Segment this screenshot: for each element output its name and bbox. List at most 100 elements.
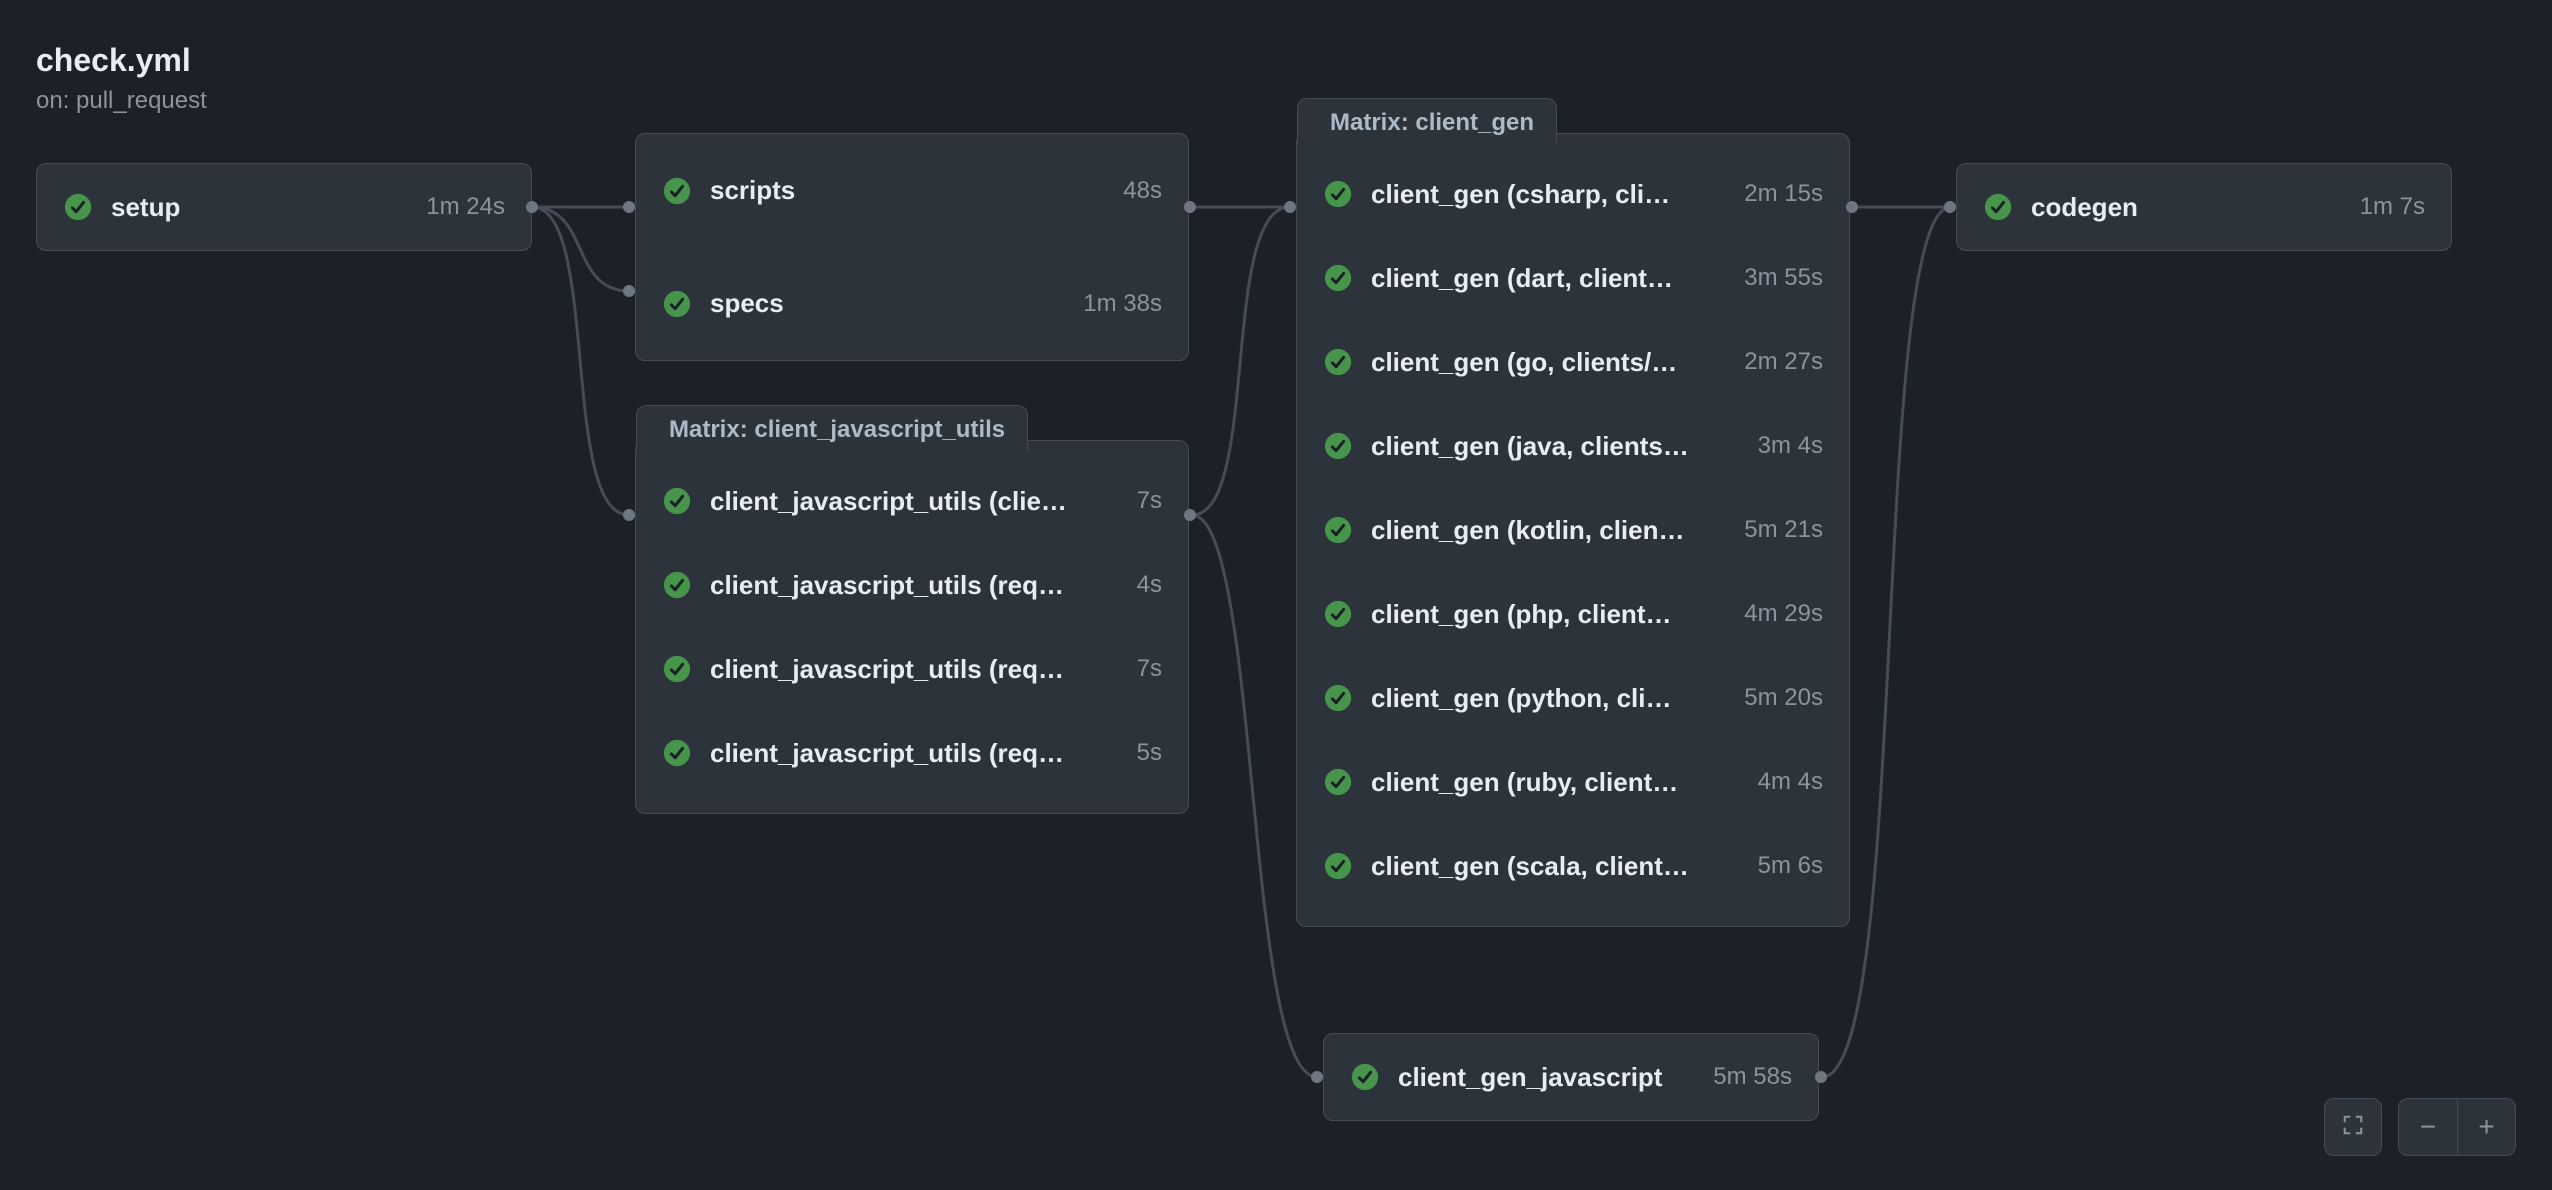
- connector-dot: [1284, 201, 1296, 213]
- zoom-controls: − +: [2324, 1098, 2516, 1156]
- job-duration: 7s: [1137, 655, 1162, 683]
- job-name: client_gen (dart, client…: [1371, 263, 1728, 294]
- job-specs[interactable]: specs 1m 38s: [636, 247, 1188, 360]
- job-duration: 4s: [1137, 571, 1162, 599]
- job-duration: 5m 6s: [1758, 852, 1823, 880]
- job-duration: 48s: [1123, 177, 1162, 205]
- job-name: scripts: [710, 175, 1107, 206]
- job-name: client_gen (kotlin, clien…: [1371, 515, 1728, 546]
- matrix-label: Matrix: client_gen: [1297, 98, 1557, 143]
- success-icon: [662, 486, 692, 516]
- minus-icon: −: [2420, 1111, 2436, 1143]
- plus-icon: +: [2478, 1111, 2494, 1143]
- workflow-trigger: on: pull_request: [36, 87, 207, 115]
- success-icon: [662, 654, 692, 684]
- job-name: client_javascript_utils (clie…: [710, 486, 1121, 517]
- success-icon: [1323, 851, 1353, 881]
- matrix-job-row[interactable]: client_javascript_utils (req… 4s: [636, 543, 1188, 627]
- success-icon: [1323, 179, 1353, 209]
- connector-dot: [1815, 1071, 1827, 1083]
- job-duration: 1m 7s: [2360, 193, 2425, 221]
- matrix-job-row[interactable]: client_gen (php, client… 4m 29s: [1297, 572, 1849, 656]
- workflow-header: check.yml on: pull_request: [36, 42, 207, 115]
- connector-dot: [526, 201, 538, 213]
- job-name: client_gen (python, cli…: [1371, 683, 1728, 714]
- success-icon: [1323, 515, 1353, 545]
- matrix-job-row[interactable]: client_gen (scala, client… 5m 6s: [1297, 824, 1849, 908]
- matrix-job-row[interactable]: client_gen (csharp, cli… 2m 15s: [1297, 152, 1849, 236]
- job-name: specs: [710, 288, 1067, 319]
- job-name: client_gen (php, client…: [1371, 599, 1728, 630]
- job-name: client_gen (scala, client…: [1371, 851, 1742, 882]
- job-client-gen-javascript[interactable]: client_gen_javascript 5m 58s: [1323, 1033, 1819, 1121]
- job-name: client_javascript_utils (req…: [710, 570, 1121, 601]
- job-duration: 2m 27s: [1744, 348, 1823, 376]
- job-scripts[interactable]: scripts 48s: [636, 134, 1188, 247]
- success-icon: [1323, 431, 1353, 461]
- matrix-label: Matrix: client_javascript_utils: [636, 405, 1028, 450]
- job-setup[interactable]: setup 1m 24s: [36, 163, 532, 251]
- job-name: client_gen (csharp, cli…: [1371, 179, 1728, 210]
- matrix-job-row[interactable]: client_gen (kotlin, clien… 5m 21s: [1297, 488, 1849, 572]
- success-icon: [1323, 599, 1353, 629]
- zoom-in-button[interactable]: +: [2457, 1099, 2515, 1155]
- matrix-job-row[interactable]: client_gen (java, clients… 3m 4s: [1297, 404, 1849, 488]
- connector-dot: [1184, 509, 1196, 521]
- connector-dot: [1311, 1071, 1323, 1083]
- job-duration: 5m 58s: [1713, 1063, 1792, 1091]
- success-icon: [1983, 192, 2013, 222]
- connector-dot: [1846, 201, 1858, 213]
- success-icon: [63, 192, 93, 222]
- success-icon: [1323, 683, 1353, 713]
- job-duration: 4m 29s: [1744, 600, 1823, 628]
- job-duration: 3m 4s: [1758, 432, 1823, 460]
- fullscreen-button[interactable]: [2324, 1098, 2382, 1156]
- job-duration: 5s: [1137, 739, 1162, 767]
- matrix-job-row[interactable]: client_gen (go, clients/… 2m 27s: [1297, 320, 1849, 404]
- job-duration: 3m 55s: [1744, 264, 1823, 292]
- success-icon: [1323, 767, 1353, 797]
- job-name: client_javascript_utils (req…: [710, 738, 1121, 769]
- connector-dot: [1944, 201, 1956, 213]
- success-icon: [1323, 347, 1353, 377]
- fullscreen-icon: [2342, 1114, 2364, 1141]
- job-duration: 4m 4s: [1758, 768, 1823, 796]
- job-duration: 5m 21s: [1744, 516, 1823, 544]
- success-icon: [662, 289, 692, 319]
- zoom-pair: − +: [2398, 1098, 2516, 1156]
- job-duration: 5m 20s: [1744, 684, 1823, 712]
- matrix-client-gen: Matrix: client_gen client_gen (csharp, c…: [1296, 133, 1850, 927]
- connector-dot: [1184, 201, 1196, 213]
- job-group-scripts-specs: scripts 48s specs 1m 38s: [635, 133, 1189, 361]
- matrix-client-javascript-utils: Matrix: client_javascript_utils client_j…: [635, 440, 1189, 814]
- workflow-title: check.yml: [36, 42, 207, 79]
- job-duration: 2m 15s: [1744, 180, 1823, 208]
- job-codegen[interactable]: codegen 1m 7s: [1956, 163, 2452, 251]
- matrix-job-row[interactable]: client_gen (ruby, client… 4m 4s: [1297, 740, 1849, 824]
- job-duration: 1m 38s: [1083, 290, 1162, 318]
- connector-dot: [623, 201, 635, 213]
- workflow-graph[interactable]: check.yml on: pull_request setup 1m 24s …: [0, 0, 2552, 1190]
- job-name: codegen: [2031, 192, 2344, 223]
- matrix-job-row[interactable]: client_javascript_utils (req… 5s: [636, 711, 1188, 795]
- success-icon: [662, 738, 692, 768]
- job-name: client_javascript_utils (req…: [710, 654, 1121, 685]
- zoom-out-button[interactable]: −: [2399, 1099, 2457, 1155]
- job-duration: 7s: [1137, 487, 1162, 515]
- success-icon: [662, 176, 692, 206]
- connector-dot: [623, 509, 635, 521]
- job-name: client_gen (ruby, client…: [1371, 767, 1742, 798]
- success-icon: [662, 570, 692, 600]
- matrix-job-row[interactable]: client_gen (python, cli… 5m 20s: [1297, 656, 1849, 740]
- success-icon: [1350, 1062, 1380, 1092]
- matrix-job-row[interactable]: client_javascript_utils (clie… 7s: [636, 459, 1188, 543]
- success-icon: [1323, 263, 1353, 293]
- job-name: client_gen_javascript: [1398, 1062, 1697, 1093]
- job-name: client_gen (go, clients/…: [1371, 347, 1728, 378]
- job-duration: 1m 24s: [426, 193, 505, 221]
- job-name: setup: [111, 192, 410, 223]
- matrix-job-row[interactable]: client_javascript_utils (req… 7s: [636, 627, 1188, 711]
- matrix-job-row[interactable]: client_gen (dart, client… 3m 55s: [1297, 236, 1849, 320]
- connector-dot: [623, 285, 635, 297]
- job-name: client_gen (java, clients…: [1371, 431, 1742, 462]
